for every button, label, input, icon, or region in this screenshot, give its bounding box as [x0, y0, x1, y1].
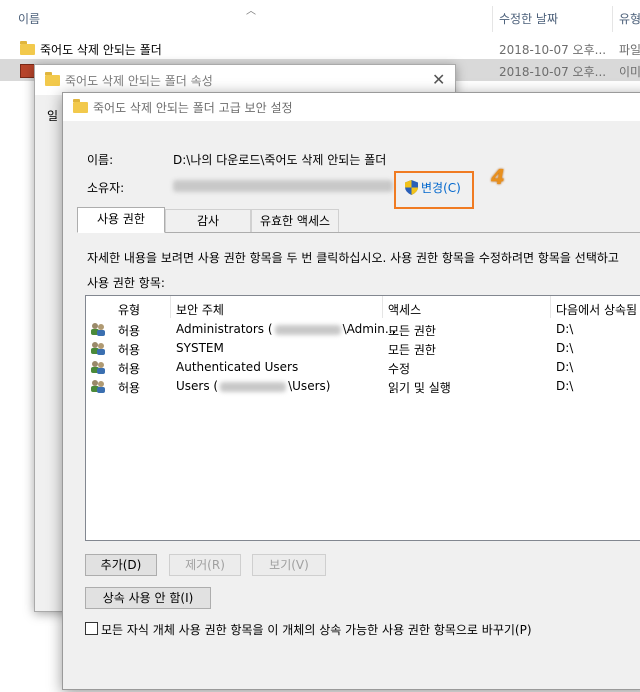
- column-modified[interactable]: 수정한 날짜: [499, 10, 558, 27]
- list-header-inherited[interactable]: 다음에서 상속됨: [556, 301, 637, 318]
- tab-effective-access[interactable]: 유효한 액세스: [251, 209, 339, 233]
- uac-shield-icon: [405, 180, 418, 195]
- advanced-security-titlebar[interactable]: 죽어도 삭제 안되는 폴더 고급 보안 설정: [63, 93, 640, 121]
- tab-permissions[interactable]: 사용 권한: [77, 207, 165, 233]
- remove-button[interactable]: 제거(R): [169, 554, 241, 576]
- explorer-column-header: ︿ 이름 수정한 날짜 유형: [0, 0, 640, 36]
- table-row[interactable]: 허용 Users (\Users) 읽기 및 실행 D:\: [86, 377, 640, 396]
- replace-permissions-label[interactable]: 모든 자식 개체 사용 권한 항목을 이 개체의 상속 가능한 사용 권한 항목…: [101, 621, 532, 638]
- principal-cell: Administrators (\Admin...: [176, 322, 397, 336]
- instruction-text: 자세한 내용을 보려면 사용 권한 항목을 두 번 클릭하십시오. 사용 권한 …: [87, 251, 619, 265]
- list-header-principal[interactable]: 보안 주체: [176, 301, 224, 318]
- add-button[interactable]: 추가(D): [85, 554, 157, 576]
- list-header-access[interactable]: 액세스: [388, 301, 421, 318]
- permission-entries-label: 사용 권한 항목:: [87, 276, 165, 290]
- folder-icon: [20, 41, 35, 55]
- users-icon: [91, 342, 105, 355]
- file-name: 죽어도 삭제 안되는 폴더: [40, 43, 162, 57]
- explorer-row-folder[interactable]: 죽어도 삭제 안되는 폴더 2018-10-07 오후... 파일: [0, 37, 640, 59]
- users-icon: [91, 380, 105, 393]
- image-file-icon: [20, 64, 35, 78]
- advanced-security-title: 죽어도 삭제 안되는 폴더 고급 보안 설정: [93, 101, 293, 115]
- column-type[interactable]: 유형: [619, 10, 640, 27]
- users-icon: [91, 323, 105, 336]
- change-link-label: 변경(C): [421, 181, 461, 195]
- owner-value-redacted: [173, 180, 393, 192]
- replace-permissions-checkbox[interactable]: [85, 622, 98, 635]
- properties-tab-general[interactable]: 일: [47, 107, 58, 124]
- file-date: 2018-10-07 오후...: [499, 65, 607, 79]
- folder-icon: [73, 99, 88, 113]
- file-type: 이미: [619, 65, 640, 79]
- change-owner-link[interactable]: 변경(C): [405, 179, 461, 196]
- column-name[interactable]: 이름: [18, 10, 40, 27]
- file-type: 파일: [619, 43, 640, 57]
- tab-auditing[interactable]: 감사: [165, 209, 251, 233]
- name-label: 이름:: [87, 153, 114, 167]
- step-number-annotation: 4: [491, 165, 505, 189]
- advanced-security-window: 죽어도 삭제 안되는 폴더 고급 보안 설정 이름: D:\나의 다운로드\죽어…: [62, 92, 640, 690]
- users-icon: [91, 361, 105, 374]
- principal-cell: Users (\Users): [176, 379, 331, 393]
- table-row[interactable]: 허용 Administrators (\Admin... 모든 권한 D:\: [86, 320, 640, 339]
- properties-title: 죽어도 삭제 안되는 폴더 속성: [65, 74, 213, 88]
- table-row[interactable]: 허용 SYSTEM 모든 권한 D:\: [86, 339, 640, 358]
- disable-inheritance-button[interactable]: 상속 사용 안 함(I): [85, 587, 211, 609]
- file-date: 2018-10-07 오후...: [499, 43, 607, 57]
- close-icon[interactable]: ✕: [432, 70, 445, 89]
- view-button[interactable]: 보기(V): [252, 554, 326, 576]
- list-header-type[interactable]: 유형: [118, 301, 140, 318]
- table-row[interactable]: 허용 Authenticated Users 수정 D:\: [86, 358, 640, 377]
- permission-entries-list[interactable]: 유형 보안 주체 액세스 다음에서 상속됨 허용 Administrators …: [85, 295, 640, 541]
- properties-titlebar[interactable]: 죽어도 삭제 안되는 폴더 속성 ✕: [35, 65, 455, 95]
- sort-ascending-icon: ︿: [246, 6, 256, 17]
- name-value: D:\나의 다운로드\죽어도 삭제 안되는 폴더: [173, 153, 387, 167]
- folder-icon: [45, 72, 60, 86]
- owner-label: 소유자:: [87, 181, 125, 195]
